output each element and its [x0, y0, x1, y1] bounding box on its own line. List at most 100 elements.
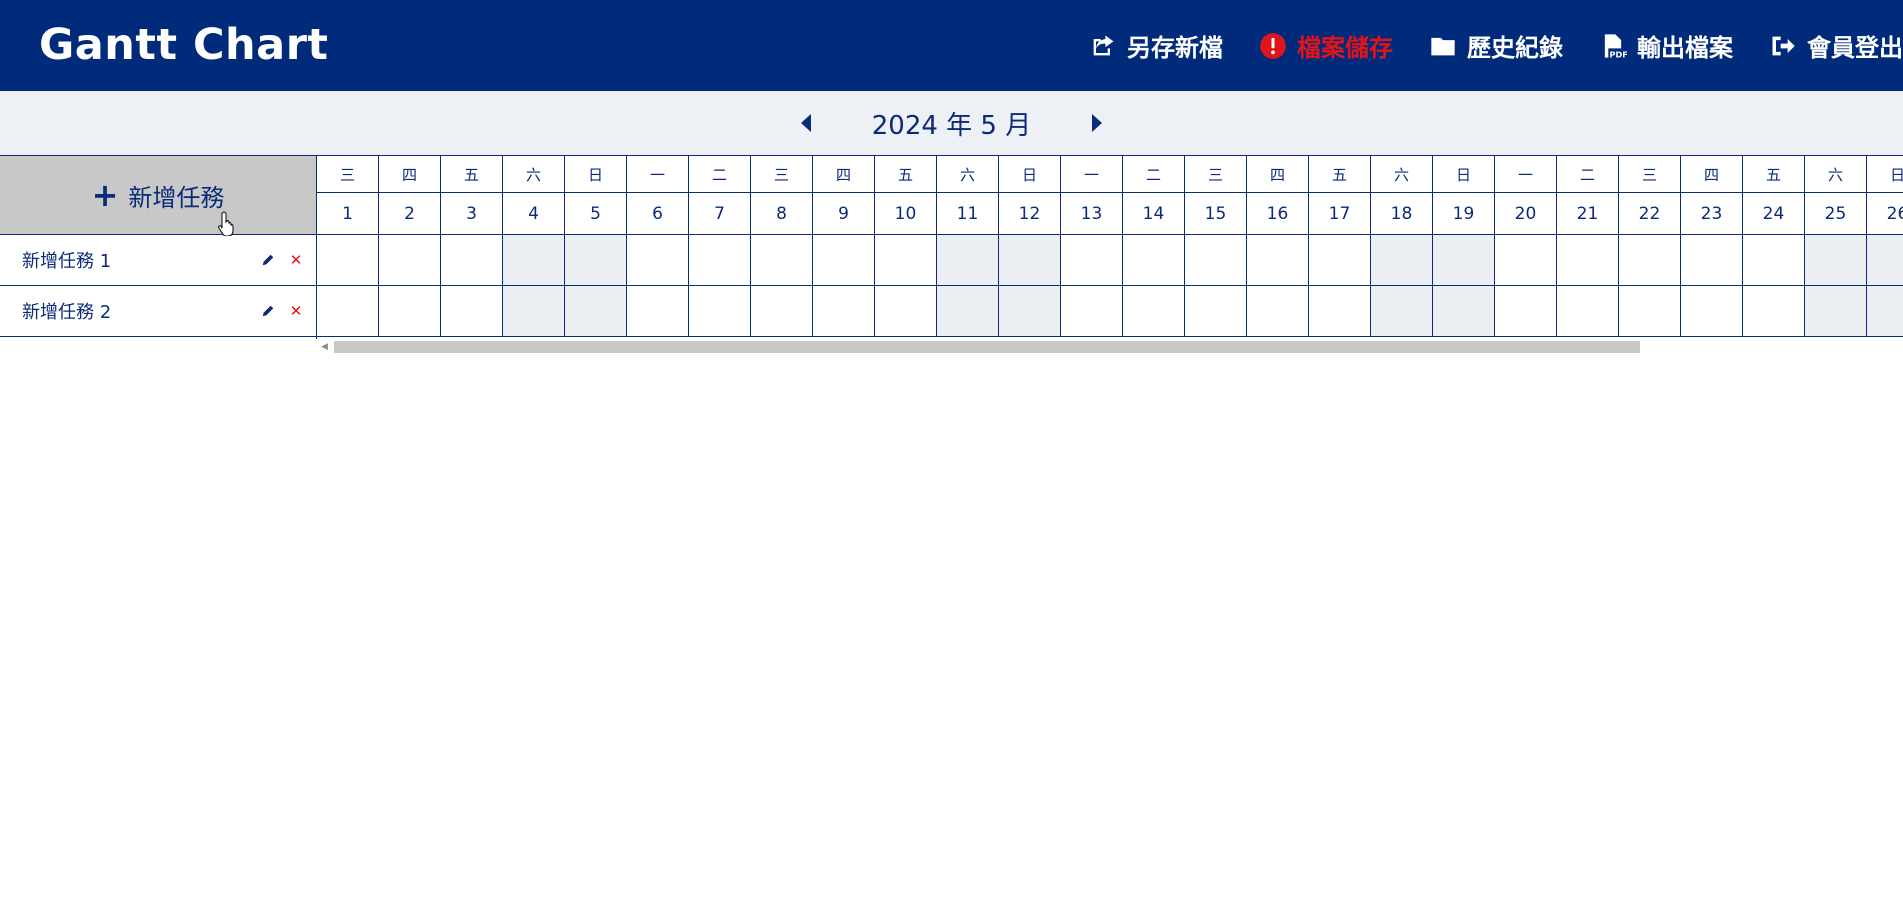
gantt-cell[interactable]: [999, 286, 1060, 337]
close-icon[interactable]: ✕: [286, 301, 306, 321]
gantt-cell[interactable]: [751, 286, 812, 337]
pencil-icon[interactable]: [258, 301, 278, 321]
day-column: 日5: [565, 155, 627, 337]
save-as-button[interactable]: 另存新檔: [1089, 28, 1223, 63]
gantt-cell[interactable]: [1681, 286, 1742, 337]
gantt-cell[interactable]: [627, 235, 688, 286]
weekday-label: 五: [441, 155, 502, 193]
pencil-icon[interactable]: [258, 250, 278, 270]
day-number: 10: [875, 193, 936, 235]
day-number: 6: [627, 193, 688, 235]
scroll-left-icon[interactable]: ◀: [321, 342, 328, 352]
task-name: 新增任務 2: [22, 302, 112, 323]
gantt-cell[interactable]: [565, 235, 626, 286]
gantt-cell[interactable]: [813, 235, 874, 286]
gantt-cell[interactable]: [1495, 286, 1556, 337]
day-column: 三 22: [1619, 155, 1681, 337]
gantt-cell[interactable]: [937, 235, 998, 286]
gantt-cell[interactable]: [1867, 235, 1903, 286]
day-number: 17: [1309, 193, 1370, 235]
gantt-cell[interactable]: [317, 286, 378, 337]
gantt-cell[interactable]: [1743, 286, 1804, 337]
save-file-button[interactable]: 檔案儲存: [1259, 28, 1393, 63]
add-task-button[interactable]: + 新增任務: [0, 155, 316, 235]
gantt-cell[interactable]: [1309, 286, 1370, 337]
weekday-label: 四: [1247, 155, 1308, 193]
day-column: 三8: [751, 155, 813, 337]
day-number: 19: [1433, 193, 1494, 235]
gantt-cell[interactable]: [1185, 235, 1246, 286]
close-icon[interactable]: ✕: [286, 250, 306, 270]
weekday-label: 三: [751, 155, 812, 193]
calendar-days: 三 1 四 2 五 3 六 4 日 5 一 6 二 7 三 8 四 9 五 10 六 11 日 12 一 13 二 14 三 15 四 16 五…: [317, 155, 1903, 337]
export-button[interactable]: PDF 輸出檔案: [1599, 28, 1733, 63]
gantt-cell[interactable]: [937, 286, 998, 337]
gantt-cell[interactable]: [1557, 235, 1618, 286]
weekday-label: 六: [1805, 155, 1866, 193]
task-list: + 新增任務 新增任務 1 ✕ 新增任務 2 ✕: [0, 155, 316, 339]
weekday-label: 六: [1371, 155, 1432, 193]
gantt-cell[interactable]: [379, 286, 440, 337]
gantt-cell[interactable]: [1495, 235, 1556, 286]
weekday-label: 五: [1743, 155, 1804, 193]
weekday-label: 日: [1867, 155, 1903, 193]
day-column: 日 12: [999, 155, 1061, 337]
day-column: 二 14: [1123, 155, 1185, 337]
gantt-cell[interactable]: [689, 286, 750, 337]
gantt-cell[interactable]: [441, 286, 502, 337]
share-icon: [1093, 35, 1114, 55]
day-column: 二7: [689, 155, 751, 337]
gantt-cell[interactable]: [751, 235, 812, 286]
gantt-cell[interactable]: [1061, 286, 1122, 337]
gantt-cell[interactable]: [999, 235, 1060, 286]
gantt-cell[interactable]: [1743, 235, 1804, 286]
gantt-cell[interactable]: [627, 286, 688, 337]
day-column: 五 24: [1743, 155, 1805, 337]
day-number: 25: [1805, 193, 1866, 235]
gantt-cell[interactable]: [1061, 235, 1122, 286]
gantt-cell[interactable]: [1247, 235, 1308, 286]
gantt-cell[interactable]: [875, 286, 936, 337]
gantt-cell[interactable]: [1433, 235, 1494, 286]
gantt-cell[interactable]: [317, 235, 378, 286]
gantt-cell[interactable]: [379, 235, 440, 286]
horizontal-scrollbar[interactable]: ◀: [316, 339, 1903, 355]
gantt-cell[interactable]: [1619, 286, 1680, 337]
gantt-cell[interactable]: [1433, 286, 1494, 337]
day-number: 20: [1495, 193, 1556, 235]
next-month-button[interactable]: [1083, 109, 1111, 137]
gantt-cell[interactable]: [441, 235, 502, 286]
gantt-cell[interactable]: [1867, 286, 1903, 337]
day-column: 日26: [1867, 155, 1903, 337]
gantt-cell[interactable]: [1371, 235, 1432, 286]
day-number: 12: [999, 193, 1060, 235]
gantt-cell[interactable]: [1681, 235, 1742, 286]
gantt-grid: + 新增任務 新增任務 1 ✕ 新增任務 2 ✕ 三1四2五3六4日5一6二7三…: [0, 155, 1903, 339]
history-label: 歷史紀錄: [1467, 34, 1563, 62]
scrollbar-thumb[interactable]: [334, 341, 1640, 353]
gantt-cell[interactable]: [875, 235, 936, 286]
caret-right-icon: [1092, 114, 1103, 132]
gantt-cell[interactable]: [565, 286, 626, 337]
gantt-cell[interactable]: [689, 235, 750, 286]
day-number: 23: [1681, 193, 1742, 235]
gantt-cell[interactable]: [503, 235, 564, 286]
gantt-cell[interactable]: [1619, 235, 1680, 286]
history-button[interactable]: 歷史紀錄: [1429, 28, 1563, 63]
day-column: 三1: [317, 155, 379, 337]
gantt-cell[interactable]: [1371, 286, 1432, 337]
gantt-cell[interactable]: [813, 286, 874, 337]
gantt-cell[interactable]: [1247, 286, 1308, 337]
gantt-cell[interactable]: [1805, 286, 1866, 337]
gantt-cell[interactable]: [1123, 235, 1184, 286]
weekday-label: 一: [627, 155, 688, 193]
day-column: 五 10: [875, 155, 937, 337]
gantt-cell[interactable]: [1309, 235, 1370, 286]
gantt-cell[interactable]: [1185, 286, 1246, 337]
logout-button[interactable]: 會員登出: [1769, 28, 1903, 63]
gantt-cell[interactable]: [1557, 286, 1618, 337]
gantt-cell[interactable]: [1805, 235, 1866, 286]
gantt-cell[interactable]: [503, 286, 564, 337]
prev-month-button[interactable]: [792, 109, 820, 137]
gantt-cell[interactable]: [1123, 286, 1184, 337]
